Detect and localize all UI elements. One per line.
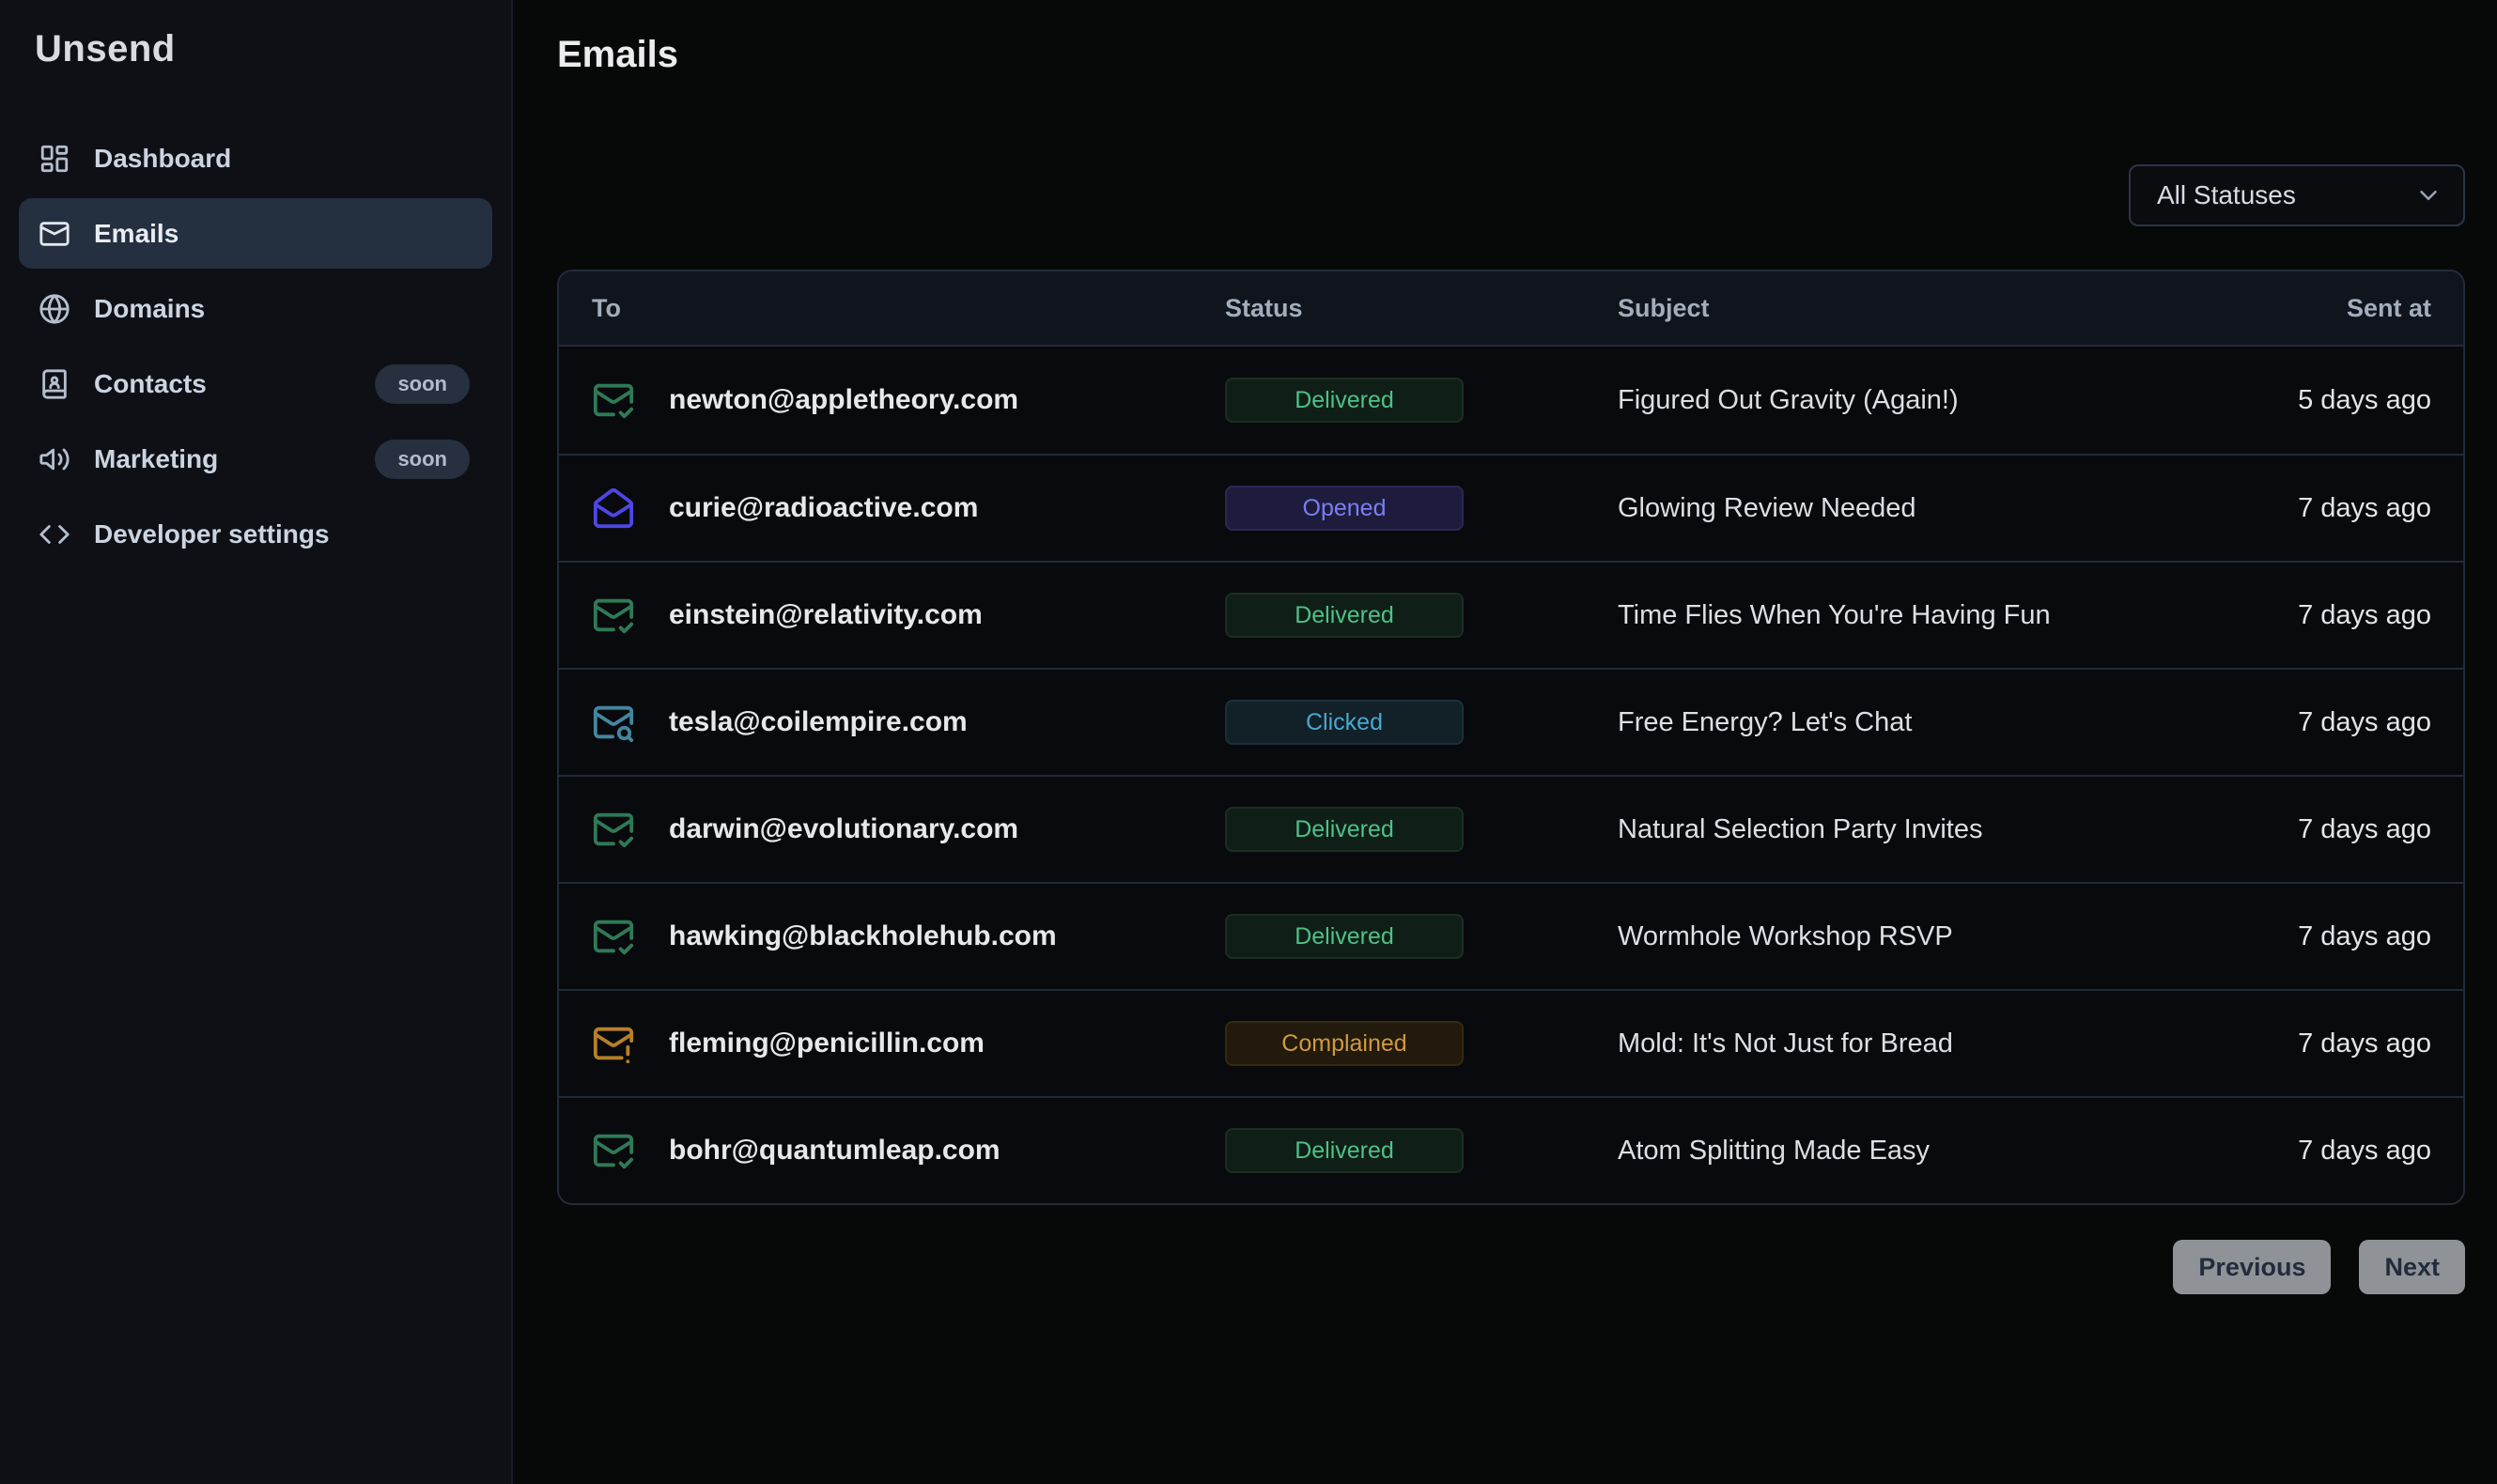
recipient-email: darwin@evolutionary.com	[669, 813, 1018, 845]
brand-logo: Unsend	[19, 28, 492, 70]
page-title: Emails	[557, 34, 2465, 76]
mail-search-icon	[592, 701, 635, 744]
status-badge: Delivered	[1225, 378, 1464, 423]
table-row[interactable]: hawking@blackholehub.com Delivered Wormh…	[559, 882, 2463, 989]
status-badge: Delivered	[1225, 914, 1464, 959]
status-filter-value: All Statuses	[2157, 180, 2296, 210]
soon-badge: soon	[375, 440, 470, 479]
mail-check-icon	[592, 594, 635, 637]
table-row[interactable]: bohr@quantumleap.com Delivered Atom Spli…	[559, 1096, 2463, 1203]
table-row[interactable]: newton@appletheory.com Delivered Figured…	[559, 347, 2463, 454]
sent-at: 7 days ago	[2149, 1028, 2431, 1059]
mail-check-icon	[592, 808, 635, 851]
status-badge: Clicked	[1225, 700, 1464, 745]
email-subject: Wormhole Workshop RSVP	[1618, 921, 2149, 952]
next-button[interactable]: Next	[2359, 1240, 2465, 1294]
chevron-down-icon	[2414, 181, 2443, 209]
recipient-email: fleming@penicillin.com	[669, 1028, 985, 1059]
table-row[interactable]: fleming@penicillin.com Complained Mold: …	[559, 989, 2463, 1096]
previous-button[interactable]: Previous	[2173, 1240, 2331, 1294]
sent-at: 7 days ago	[2149, 814, 2431, 845]
recipient-email: tesla@coilempire.com	[669, 706, 968, 738]
mail-check-icon	[592, 915, 635, 958]
sidebar-item-emails[interactable]: Emails	[19, 198, 492, 269]
status-badge: Opened	[1225, 486, 1464, 531]
sidebar-item-contacts[interactable]: Contacts soon	[19, 348, 492, 419]
email-subject: Figured Out Gravity (Again!)	[1618, 385, 2149, 416]
table-row[interactable]: curie@radioactive.com Opened Glowing Rev…	[559, 454, 2463, 561]
recipient-email: hawking@blackholehub.com	[669, 920, 1057, 952]
table-body: newton@appletheory.com Delivered Figured…	[559, 347, 2463, 1203]
mail-check-icon	[592, 1129, 635, 1172]
sidebar: Unsend Dashboard Emails Domains Contacts…	[0, 0, 513, 1484]
sidebar-item-domains[interactable]: Domains	[19, 273, 492, 344]
toolbar: All Statuses	[557, 164, 2465, 226]
sidebar-item-marketing[interactable]: Marketing soon	[19, 424, 492, 494]
status-filter-dropdown[interactable]: All Statuses	[2129, 164, 2465, 226]
mail-check-icon	[592, 379, 635, 422]
email-subject: Time Flies When You're Having Fun	[1618, 600, 2149, 631]
dashboard-icon	[39, 143, 70, 175]
mail-warning-icon	[592, 1022, 635, 1065]
recipient-email: einstein@relativity.com	[669, 599, 983, 631]
code-icon	[39, 518, 70, 550]
recipient-email: bohr@quantumleap.com	[669, 1135, 1000, 1167]
emails-table: To Status Subject Sent at newton@appleth…	[557, 270, 2465, 1205]
recipient-email: curie@radioactive.com	[669, 492, 978, 524]
status-badge: Delivered	[1225, 807, 1464, 852]
soon-badge: soon	[375, 364, 470, 404]
globe-icon	[39, 293, 70, 325]
app-root: { "app": { "brand": "Unsend" }, "sidebar…	[0, 0, 2497, 1484]
sent-at: 7 days ago	[2149, 1136, 2431, 1167]
sent-at: 7 days ago	[2149, 707, 2431, 738]
sidebar-nav: Dashboard Emails Domains Contacts soon M…	[19, 123, 492, 569]
email-subject: Free Energy? Let's Chat	[1618, 707, 2149, 738]
recipient-email: newton@appletheory.com	[669, 384, 1018, 416]
sent-at: 7 days ago	[2149, 921, 2431, 952]
mail-icon	[39, 218, 70, 250]
table-header: To Status Subject Sent at	[559, 271, 2463, 347]
table-row[interactable]: einstein@relativity.com Delivered Time F…	[559, 561, 2463, 668]
sidebar-item-dashboard[interactable]: Dashboard	[19, 123, 492, 193]
column-header-status: Status	[1225, 294, 1618, 323]
email-subject: Glowing Review Needed	[1618, 493, 2149, 524]
table-row[interactable]: darwin@evolutionary.com Delivered Natura…	[559, 775, 2463, 882]
column-header-to: To	[592, 294, 1225, 323]
sent-at: 7 days ago	[2149, 600, 2431, 631]
sidebar-item-developer-settings[interactable]: Developer settings	[19, 499, 492, 569]
sent-at: 5 days ago	[2149, 385, 2431, 416]
email-subject: Natural Selection Party Invites	[1618, 814, 2149, 845]
column-header-sent-at: Sent at	[2149, 294, 2431, 323]
mail-open-icon	[592, 487, 635, 530]
pagination: Previous Next	[557, 1240, 2465, 1294]
email-subject: Mold: It's Not Just for Bread	[1618, 1028, 2149, 1059]
status-badge: Complained	[1225, 1021, 1464, 1066]
table-row[interactable]: tesla@coilempire.com Clicked Free Energy…	[559, 668, 2463, 775]
megaphone-icon	[39, 443, 70, 475]
sent-at: 7 days ago	[2149, 493, 2431, 524]
main-content: Emails All Statuses To Status Subject Se…	[513, 0, 2497, 1484]
status-badge: Delivered	[1225, 593, 1464, 638]
email-subject: Atom Splitting Made Easy	[1618, 1136, 2149, 1167]
status-badge: Delivered	[1225, 1128, 1464, 1173]
contacts-icon	[39, 368, 70, 400]
column-header-subject: Subject	[1618, 294, 2149, 323]
